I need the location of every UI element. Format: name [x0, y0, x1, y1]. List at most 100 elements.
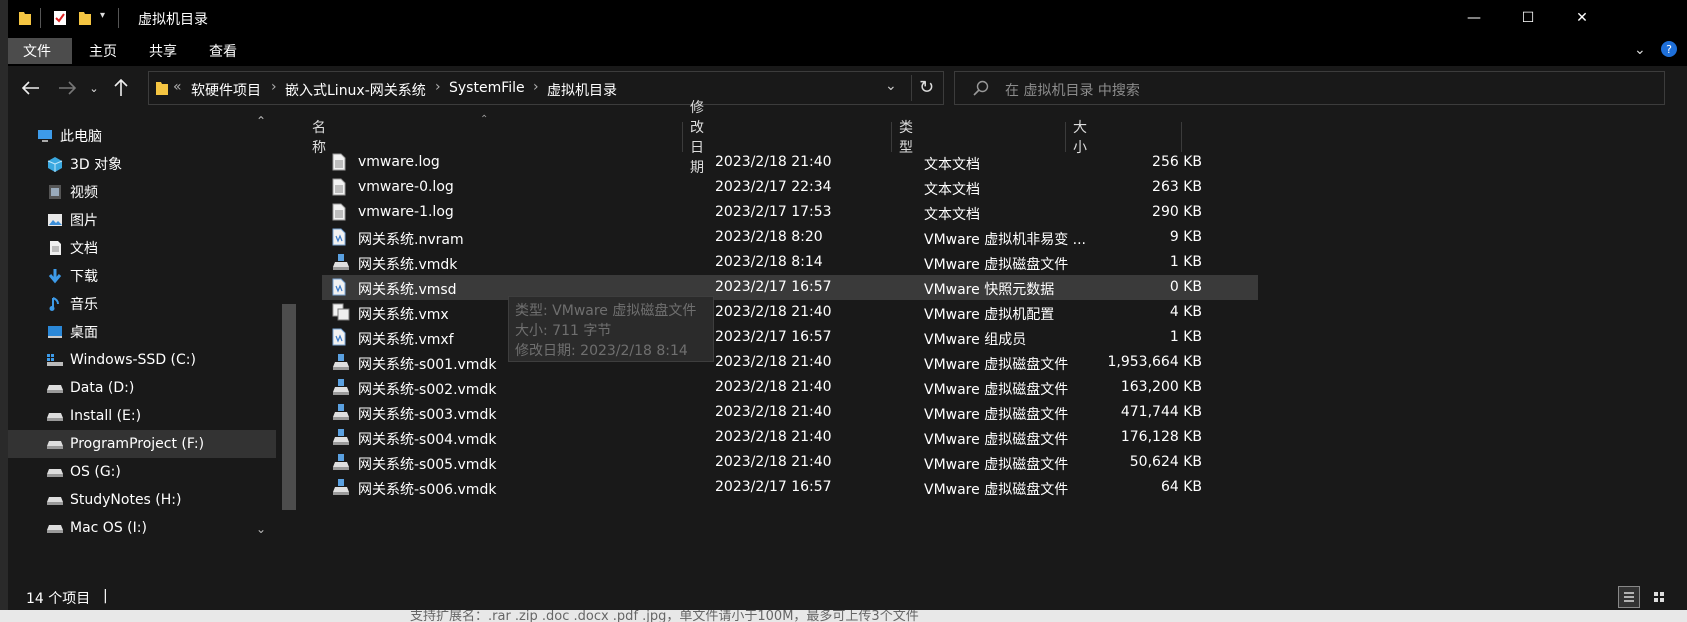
- breadcrumb-item[interactable]: 软硬件项目: [191, 80, 261, 100]
- vmware-disk-icon: [332, 378, 349, 396]
- column-divider[interactable]: [891, 122, 892, 152]
- new-folder-icon[interactable]: [78, 10, 92, 30]
- tab-home[interactable]: 主页: [74, 38, 132, 64]
- file-row[interactable]: vmware.log 2023/2/18 21:40 文本文档 256 KB: [322, 150, 1258, 175]
- search-box[interactable]: 在 虚拟机目录 中搜索: [954, 71, 1665, 105]
- column-header-type[interactable]: 类型: [899, 120, 913, 156]
- file-modified-date: 2023/2/17 16:57: [715, 279, 832, 295]
- address-history-chevron-icon[interactable]: ⌄: [885, 78, 897, 94]
- tab-file[interactable]: 文件: [8, 38, 72, 64]
- breadcrumb-separator-icon[interactable]: ›: [435, 79, 441, 95]
- background-webpage: 支持扩展名：.rar .zip .doc .docx .pdf .jpg，单文件…: [0, 610, 1687, 622]
- help-icon[interactable]: ?: [1660, 40, 1678, 62]
- file-size: 263 KB: [1152, 179, 1202, 195]
- file-modified-date: 2023/2/17 17:53: [715, 204, 832, 220]
- nav-item-music[interactable]: 音乐: [8, 290, 276, 318]
- vmware-disk-icon: [332, 478, 349, 496]
- file-modified-date: 2023/2/18 21:40: [715, 429, 832, 445]
- tab-view[interactable]: 查看: [194, 38, 252, 64]
- nav-item-label: Windows-SSD (C:): [70, 352, 196, 368]
- column-divider[interactable]: [1065, 122, 1066, 152]
- properties-icon[interactable]: [52, 9, 68, 31]
- title-divider: [118, 8, 119, 28]
- file-row[interactable]: vmware-1.log 2023/2/17 17:53 文本文档 290 KB: [322, 200, 1258, 225]
- nav-item-drive-f[interactable]: ProgramProject (F:): [8, 430, 276, 458]
- close-button[interactable]: ✕: [1559, 0, 1605, 36]
- file-name: 网关系统.vmxf: [358, 332, 454, 348]
- file-name: 网关系统-s002.vmdk: [358, 382, 497, 398]
- nav-item-videos[interactable]: 视频: [8, 178, 276, 206]
- nav-item-desktop[interactable]: 桌面: [8, 318, 276, 346]
- file-row[interactable]: 网关系统.nvram 2023/2/18 8:20 VMware 虚拟机非易变 ..…: [322, 225, 1258, 250]
- column-header-modified[interactable]: 修改日期: [690, 100, 704, 176]
- file-name: 网关系统.vmx: [358, 307, 449, 323]
- file-row[interactable]: 网关系统.vmsd 2023/2/17 16:57 VMware 快照元数据 0 KB: [322, 275, 1258, 300]
- tab-share[interactable]: 共享: [134, 38, 192, 64]
- file-size: 256 KB: [1152, 154, 1202, 170]
- file-type: VMware 虚拟磁盘文件: [924, 357, 1069, 373]
- file-row[interactable]: 网关系统-s005.vmdk 2023/2/18 21:40 VMware 虚拟磁盘…: [322, 450, 1258, 475]
- up-button[interactable]: [108, 74, 134, 102]
- nav-item-downloads[interactable]: 下载: [8, 262, 276, 290]
- expand-ribbon-chevron-icon[interactable]: ⌄: [1634, 42, 1646, 58]
- details-view-icon[interactable]: [1618, 586, 1640, 608]
- breadcrumb-overflow-icon[interactable]: «: [173, 79, 182, 95]
- quick-access-dropdown-icon[interactable]: ▾: [100, 10, 105, 21]
- status-bar: 14 个项目 |: [8, 585, 1687, 610]
- nav-item-drive-c[interactable]: Windows-SSD (C:): [8, 346, 276, 374]
- file-type: VMware 虚拟磁盘文件: [924, 407, 1069, 423]
- nav-item-drive-e[interactable]: Install (E:): [8, 402, 276, 430]
- file-row[interactable]: 网关系统.vmxf 2023/2/17 16:57 VMware 组成员 1 KB: [322, 325, 1258, 350]
- nav-item-drive-g[interactable]: OS (G:): [8, 458, 276, 486]
- nav-item-documents[interactable]: 文档: [8, 234, 276, 262]
- picture-icon: [46, 212, 64, 228]
- file-row[interactable]: 网关系统-s006.vmdk 2023/2/17 16:57 VMware 虚拟磁盘…: [322, 475, 1258, 500]
- breadcrumb-separator-icon[interactable]: ›: [271, 79, 277, 95]
- nav-item-label: 文档: [70, 241, 98, 257]
- address-bar[interactable]: « 软硬件项目 › 嵌入式Linux-网关系统 › SystemFile › 虚…: [148, 71, 944, 105]
- column-divider[interactable]: [1181, 122, 1182, 152]
- chevron-down-icon: ⌄: [89, 81, 99, 95]
- music-icon: [46, 296, 64, 312]
- nav-item-pictures[interactable]: 图片: [8, 206, 276, 234]
- column-header-name[interactable]: 名称: [312, 120, 326, 156]
- nav-item-this-pc[interactable]: 此电脑: [8, 122, 276, 150]
- file-row[interactable]: 网关系统.vmx 2023/2/18 21:40 VMware 虚拟机配置 4 KB: [322, 300, 1258, 325]
- large-icons-view-icon[interactable]: [1648, 586, 1670, 608]
- nav-item-drive-d[interactable]: Data (D:): [8, 374, 276, 402]
- sort-ascending-icon: ⌃: [480, 114, 489, 125]
- file-row[interactable]: 网关系统-s003.vmdk 2023/2/18 21:40 VMware 虚拟磁盘…: [322, 400, 1258, 425]
- nav-item-drive-h[interactable]: StudyNotes (H:): [8, 486, 276, 514]
- drive-icon: [46, 520, 64, 536]
- maximize-button[interactable]: ☐: [1505, 0, 1551, 36]
- document-icon: [46, 240, 64, 256]
- file-type: VMware 虚拟机配置: [924, 307, 1055, 323]
- file-size: 290 KB: [1152, 204, 1202, 220]
- recent-locations-button[interactable]: ⌄: [84, 74, 104, 102]
- nav-item-drive-i[interactable]: Mac OS (I:): [8, 514, 276, 542]
- file-type: VMware 虚拟磁盘文件: [924, 457, 1069, 473]
- nav-item-3d-objects[interactable]: 3D 对象: [8, 150, 276, 178]
- vmware-disk-icon: [332, 353, 349, 371]
- drive-icon: [46, 408, 64, 424]
- breadcrumb-separator-icon[interactable]: ›: [533, 79, 539, 95]
- file-name: 网关系统-s004.vmdk: [358, 432, 497, 448]
- minimize-button[interactable]: —: [1451, 0, 1497, 36]
- column-divider[interactable]: [682, 122, 683, 152]
- scroll-down-icon[interactable]: ⌄: [256, 522, 266, 536]
- file-row[interactable]: 网关系统-s001.vmdk 2023/2/18 21:40 VMware 虚拟磁盘…: [322, 350, 1258, 375]
- breadcrumb-item[interactable]: 虚拟机目录: [547, 80, 617, 100]
- column-header-size[interactable]: 大小: [1073, 120, 1087, 156]
- forward-button[interactable]: [54, 74, 80, 102]
- file-name: 网关系统-s003.vmdk: [358, 407, 497, 423]
- nav-pane-scrollbar-thumb[interactable]: [282, 304, 296, 510]
- file-row[interactable]: 网关系统-s004.vmdk 2023/2/18 21:40 VMware 虚拟磁盘…: [322, 425, 1258, 450]
- file-row[interactable]: 网关系统-s002.vmdk 2023/2/18 21:40 VMware 虚拟磁盘…: [322, 375, 1258, 400]
- breadcrumb-item[interactable]: 嵌入式Linux-网关系统: [285, 80, 426, 100]
- breadcrumb-item[interactable]: SystemFile: [449, 80, 525, 96]
- refresh-icon[interactable]: ↻: [919, 77, 934, 98]
- file-row[interactable]: 网关系统.vmdk 2023/2/18 8:14 VMware 虚拟磁盘文件 1 KB: [322, 250, 1258, 275]
- file-row[interactable]: vmware-0.log 2023/2/17 22:34 文本文档 263 KB: [322, 175, 1258, 200]
- back-button[interactable]: [18, 74, 44, 102]
- file-size: 163,200 KB: [1120, 379, 1202, 395]
